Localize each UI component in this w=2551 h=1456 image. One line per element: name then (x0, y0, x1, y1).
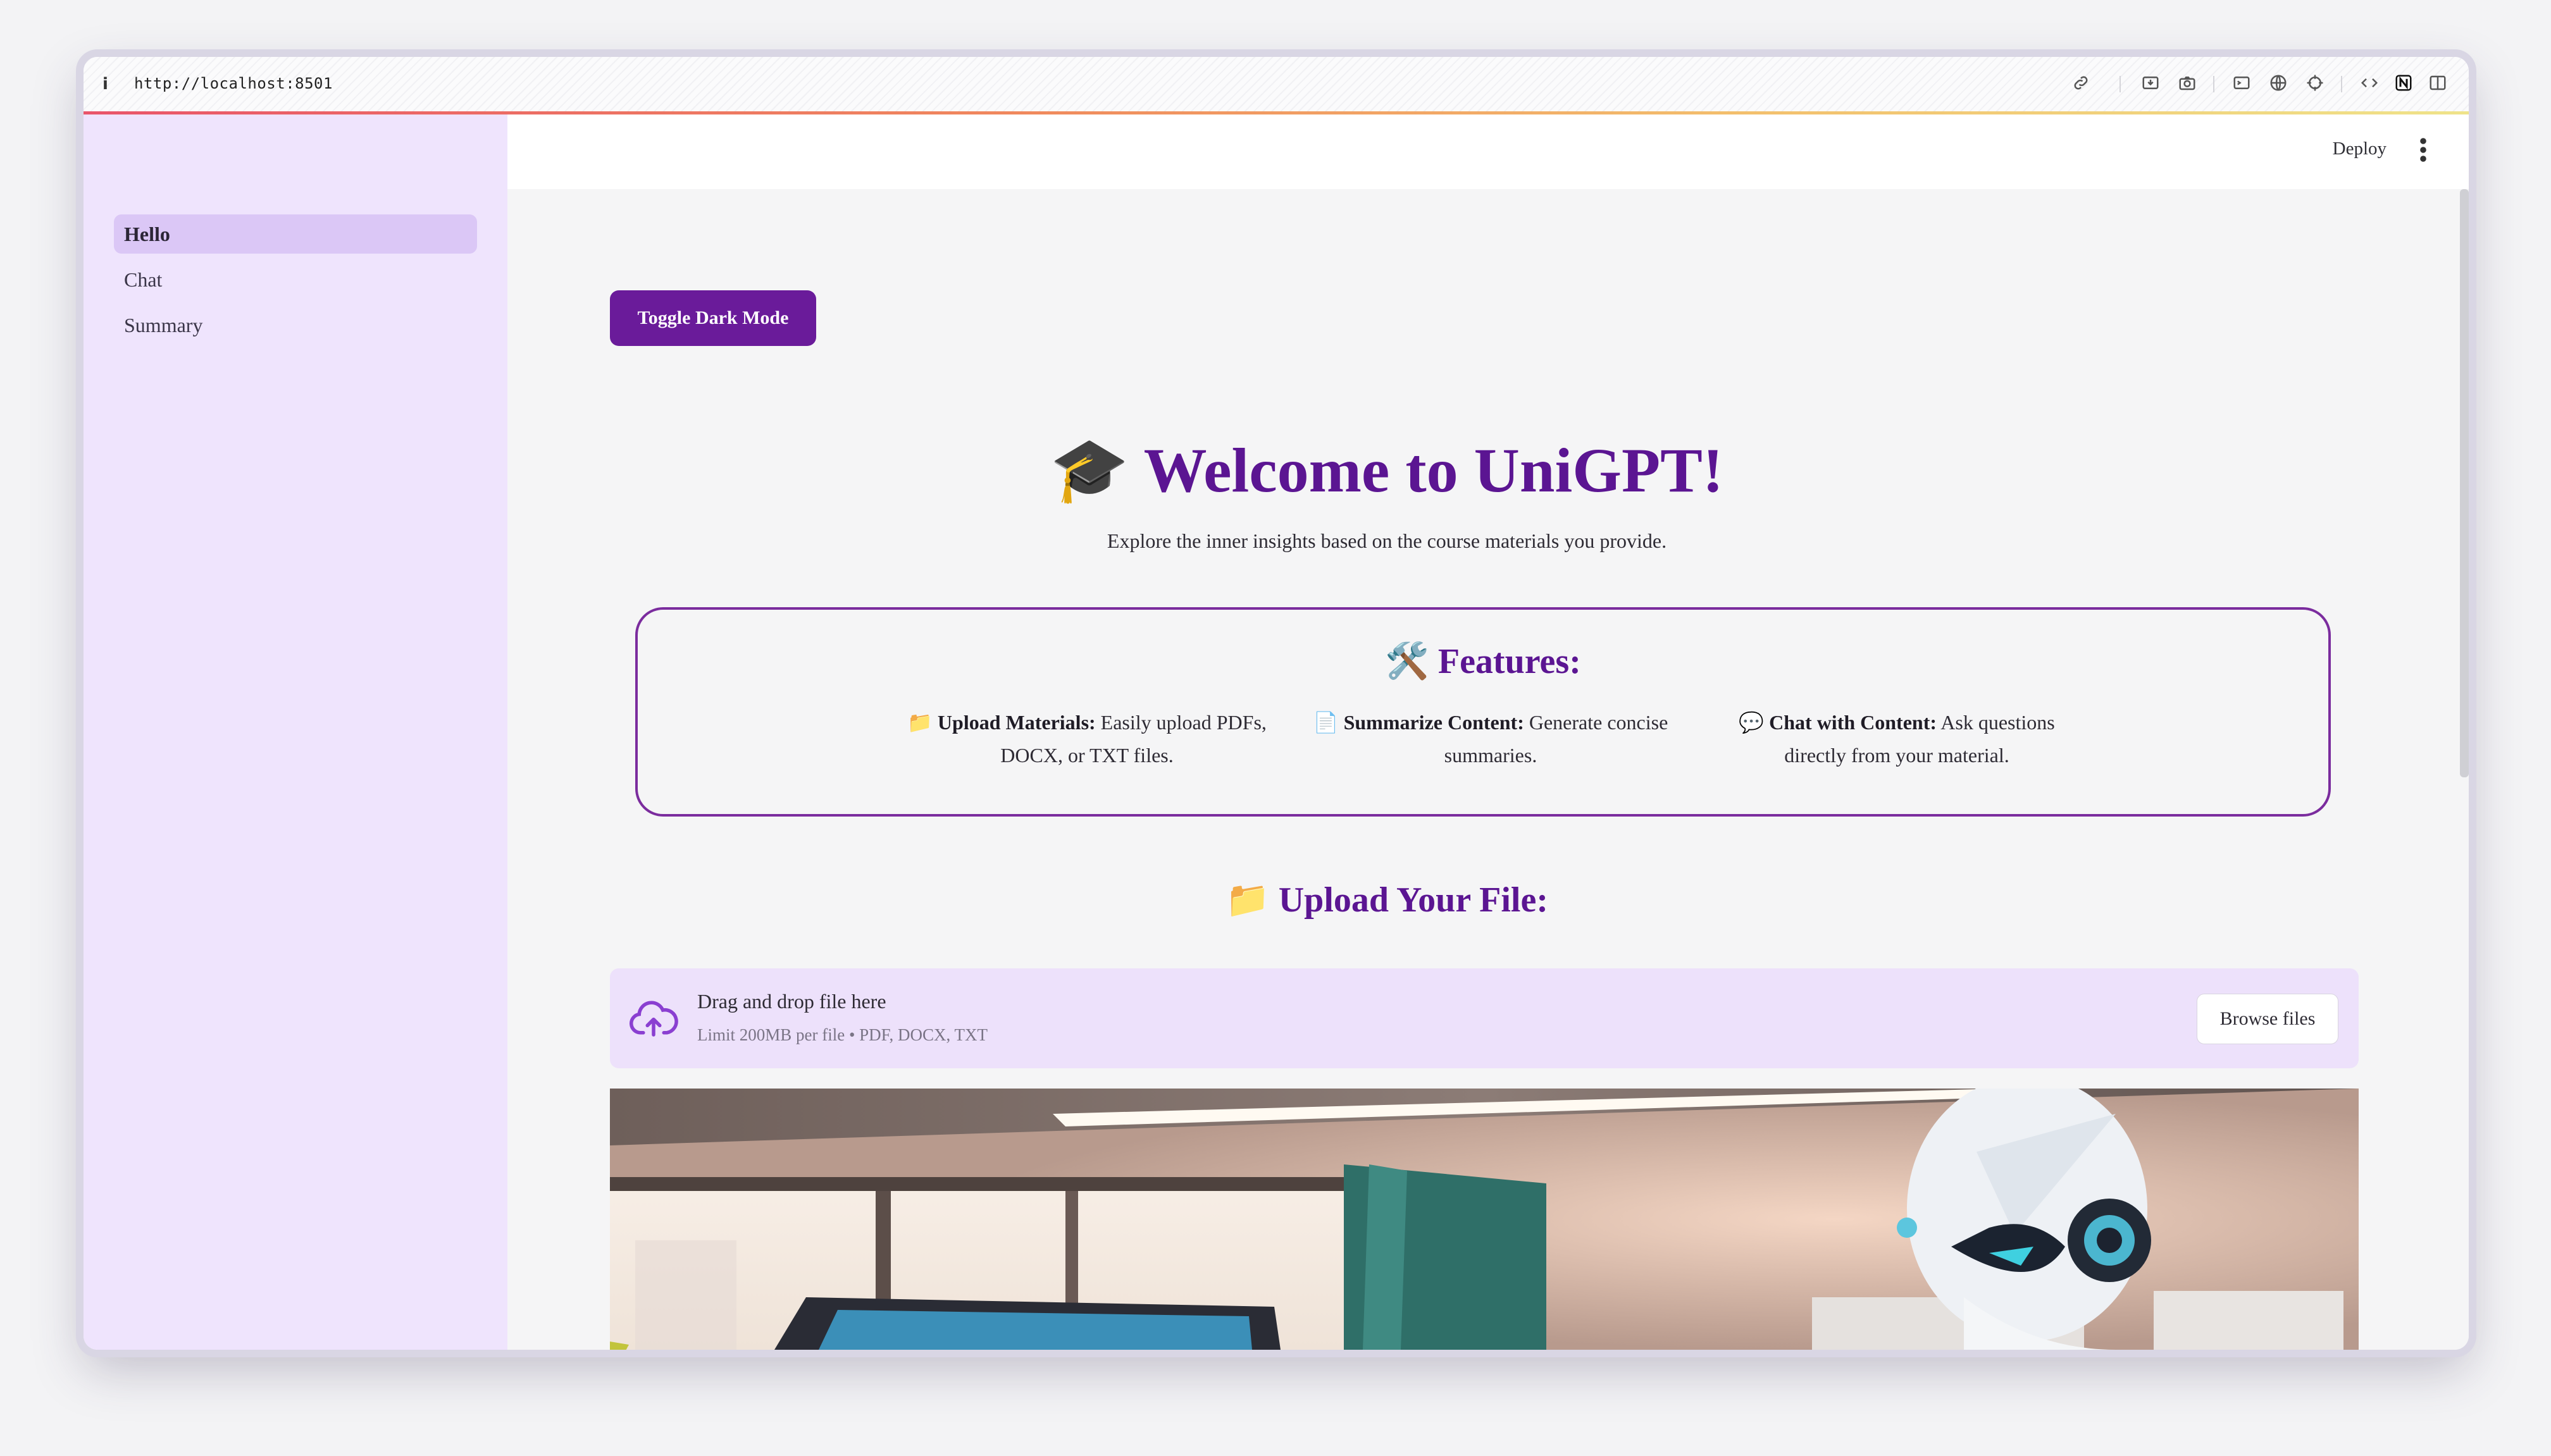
browser-window: i http://localhost:8501 Hello Chat Summa… (84, 57, 2469, 1350)
download-icon[interactable] (2140, 72, 2161, 94)
feature-text: Easily upload PDFs, (1100, 711, 1267, 734)
scrollbar[interactable] (2460, 189, 2469, 777)
features-heading: 🛠️ Features: (638, 640, 2328, 682)
toolbar-divider (2341, 76, 2342, 92)
camera-icon[interactable] (2176, 72, 2198, 94)
feature-name: Chat with Content: (1769, 711, 1937, 734)
feature-text: DOCX, or TXT files. (1000, 744, 1174, 767)
feature-text: Ask questions (1940, 711, 2055, 734)
tools-icon: 🛠️ (1385, 641, 1429, 682)
info-icon[interactable]: i (102, 75, 108, 94)
cloud-upload-icon (630, 1001, 678, 1037)
split-view-icon[interactable] (2427, 72, 2449, 94)
deploy-button[interactable]: Deploy (2333, 139, 2387, 159)
url-text[interactable]: http://localhost:8501 (134, 75, 333, 92)
feature-name: Summarize Content: (1343, 711, 1524, 734)
feature-line: 💬 Chat with Content: Ask questions (1701, 706, 2093, 739)
folder-icon: 📁 (1226, 879, 1270, 920)
feature-text: Generate concise (1529, 711, 1668, 734)
dropzone-limit: Limit 200MB per file • PDF, DOCX, TXT (697, 1025, 988, 1044)
crosshair-icon[interactable] (2304, 72, 2326, 94)
feature-line: 📄 Summarize Content: Generate concise (1294, 706, 1687, 739)
toggle-dark-mode-button[interactable]: Toggle Dark Mode (610, 290, 816, 346)
feature-line: 📁 Upload Materials: Easily upload PDFs, (891, 706, 1283, 739)
notion-icon[interactable] (2393, 72, 2414, 94)
page-title: 🎓 Welcome to UniGPT! (507, 433, 2266, 507)
upload-heading: 📁 Upload Your File: (507, 879, 2266, 920)
upload-heading-text: Upload Your File: (1278, 880, 1548, 920)
graduation-cap-icon: 🎓 (1050, 433, 1129, 507)
sidebar-item-hello[interactable]: Hello (114, 214, 477, 254)
main-content: Toggle Dark Mode 🎓 Welcome to UniGPT! Ex… (507, 189, 2469, 1350)
sidebar-item-summary[interactable]: Summary (114, 305, 477, 345)
folder-icon: 📁 (907, 710, 933, 734)
link-icon[interactable] (2070, 72, 2092, 94)
document-icon: 📄 (1313, 710, 1339, 734)
kebab-menu-icon[interactable] (2417, 136, 2430, 164)
sidebar: Hello Chat Summary (84, 114, 507, 1350)
page-subtitle: Explore the inner insights based on the … (1107, 529, 1667, 552)
page-title-text: Welcome to UniGPT! (1143, 435, 1724, 505)
browse-files-button[interactable]: Browse files (2197, 994, 2338, 1044)
toolbar-divider (2213, 76, 2214, 92)
code-icon[interactable] (2359, 72, 2380, 94)
url-bar[interactable]: i http://localhost:8501 (84, 57, 2469, 112)
features-card: 🛠️ Features: 📁 Upload Materials: Easily … (635, 607, 2331, 817)
sidebar-item-chat[interactable]: Chat (114, 260, 477, 299)
feature-summarize: 📄 Summarize Content: Generate concise su… (1294, 706, 1687, 772)
terminal-icon[interactable] (2231, 72, 2252, 94)
speech-bubble-icon: 💬 (1739, 710, 1765, 734)
dropzone-title: Drag and drop file here (697, 990, 886, 1013)
hero-image-robot-classroom (610, 1089, 2359, 1350)
globe-icon[interactable] (2268, 72, 2289, 94)
app-header: Deploy (507, 114, 2469, 189)
file-dropzone[interactable]: Drag and drop file here Limit 200MB per … (610, 968, 2359, 1068)
feature-chat: 💬 Chat with Content: Ask questions direc… (1701, 706, 2093, 772)
feature-text: summaries. (1444, 744, 1537, 767)
feature-upload: 📁 Upload Materials: Easily upload PDFs, … (891, 706, 1283, 772)
feature-text: directly from your material. (1784, 744, 2009, 767)
toolbar-divider (2120, 76, 2121, 92)
feature-name: Upload Materials: (937, 711, 1096, 734)
features-heading-text: Features: (1437, 642, 1581, 681)
